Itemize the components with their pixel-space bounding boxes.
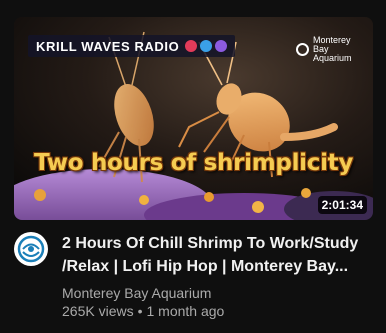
video-thumbnail[interactable]: KRILL WAVES RADIO Monterey Bay Aquarium … — [14, 17, 373, 220]
aquarium-logo-icon — [15, 233, 47, 265]
view-count: 265K views — [62, 303, 134, 319]
video-title-line-1: 2 Hours Of Chill Shrimp To Work/Study — [62, 235, 359, 252]
video-title-line-2: /Relax | Lofi Hip Hop | Monterey Bay... — [62, 258, 349, 275]
music-icon — [215, 40, 228, 52]
video-stats: 265K views • 1 month ago — [62, 302, 372, 320]
channel-avatar[interactable] — [14, 232, 48, 266]
duration-badge: 2:01:34 — [317, 196, 367, 214]
upload-age: 1 month ago — [146, 303, 225, 319]
video-info: 2 Hours Of Chill Shrimp To Work/Study /R… — [62, 232, 372, 320]
thumbnail-caption: Two hours of shrimplicity — [33, 150, 354, 176]
brand-logo-text: Monterey Bay Aquarium — [313, 35, 352, 63]
badge-icon-group — [185, 40, 228, 52]
brand-logo-icon — [296, 43, 309, 56]
wave-icon — [200, 40, 213, 52]
video-card[interactable]: KRILL WAVES RADIO Monterey Bay Aquarium … — [0, 0, 386, 333]
channel-badge-text: KRILL WAVES RADIO — [36, 38, 180, 54]
channel-badge: KRILL WAVES RADIO — [28, 35, 236, 57]
video-title[interactable]: 2 Hours Of Chill Shrimp To Work/Study /R… — [62, 232, 372, 278]
channel-name-link[interactable]: Monterey Bay Aquarium — [62, 284, 372, 302]
shrimp-icon — [185, 40, 198, 52]
brand-logo: Monterey Bay Aquarium — [296, 36, 357, 63]
separator-dot: • — [137, 303, 143, 319]
